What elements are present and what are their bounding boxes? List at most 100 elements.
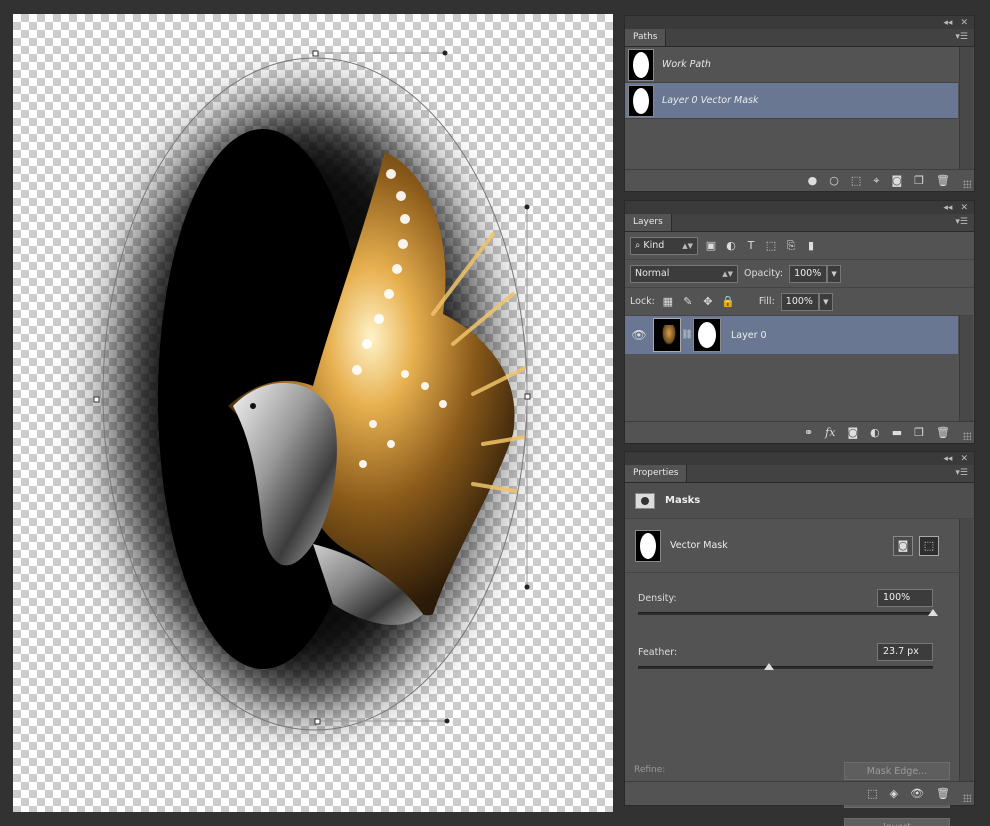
adjustment-icon[interactable]: ◐ [870, 426, 880, 439]
visibility-eye-icon[interactable]: 👁 [625, 328, 653, 342]
masks-icon [635, 492, 655, 509]
properties-footer: ⬚ ◈ 👁 🗑 [625, 781, 974, 805]
new-layer-icon[interactable]: ❐ [914, 426, 924, 439]
tab-paths[interactable]: Paths [625, 29, 667, 46]
filter-toggle-icon[interactable]: ▮ [804, 239, 818, 252]
invert-button[interactable]: Invert [844, 818, 950, 826]
delete-icon[interactable]: 🗑 [936, 174, 950, 187]
fill-dropdown-button[interactable]: ▼ [818, 292, 833, 311]
close-icon[interactable]: ✕ [960, 454, 968, 464]
group-folder-icon[interactable]: ▬ [892, 426, 902, 439]
load-selection-icon[interactable]: ⬚ [867, 787, 877, 800]
collapse-double-arrow-icon[interactable]: ◂◂ [943, 18, 952, 28]
canvas-artwork [93, 50, 531, 731]
anchor-point-top[interactable] [312, 50, 319, 57]
fill-label: Fill: [758, 296, 775, 307]
smart-object-filter-icon[interactable]: ⎘ [784, 239, 798, 253]
blend-mode-select[interactable]: Normal ▲▼ [630, 264, 738, 283]
mask-edge-button[interactable]: Mask Edge... [844, 762, 950, 780]
handle-end-right-bottom[interactable] [524, 584, 530, 590]
fx-icon[interactable]: fx [825, 426, 835, 439]
fill-path-icon[interactable]: ● [808, 174, 818, 187]
paths-scrollbar[interactable] [959, 47, 973, 189]
new-path-icon[interactable]: ❐ [914, 174, 924, 187]
link-icon[interactable]: ⚭ [804, 426, 813, 439]
vector-mask-label: Vector Mask [670, 540, 728, 551]
anchor-point-right[interactable] [524, 393, 531, 400]
apply-mask-icon[interactable]: ◈ [890, 787, 898, 800]
resize-grip[interactable] [963, 794, 971, 802]
vector-mask-select-button[interactable]: ⬚ [919, 535, 939, 556]
vector-mask-thumbnail [635, 529, 661, 562]
opacity-dropdown-button[interactable]: ▼ [827, 264, 842, 283]
layers-panel: ◂◂ ✕ Layers ▾☰ ⌕ Kind ▲▼ ▣ ◐ T ⬚ ⎘ ▮ Norm… [624, 200, 975, 444]
panel-menu-icon[interactable]: ▾☰ [955, 217, 974, 231]
layers-scrollbar[interactable] [959, 316, 973, 424]
path-item-work-path[interactable]: Work Path [625, 47, 958, 83]
anchor-point-bottom[interactable] [314, 718, 321, 725]
tab-layers[interactable]: Layers [625, 214, 672, 231]
resize-grip[interactable] [963, 180, 971, 188]
lock-all-icon[interactable]: 🔒 [721, 295, 735, 308]
properties-panel: ◂◂ ✕ Properties ▾☰ Masks Vector Mask ◙ ⬚… [624, 451, 975, 826]
density-slider-block: Density: 100% [625, 573, 961, 627]
density-field[interactable]: 100% [877, 589, 933, 607]
collapse-double-arrow-icon[interactable]: ◂◂ [943, 454, 952, 464]
path-thumbnail [628, 84, 654, 117]
panel-controls: ◂◂ ✕ [625, 452, 974, 465]
path-item-vector-mask[interactable]: Layer 0 Vector Mask [625, 83, 958, 119]
handle-end-right-top[interactable] [524, 204, 530, 210]
density-label: Density: [638, 593, 677, 604]
mask-link-icon[interactable]: ⛓ [681, 330, 693, 340]
fill-field[interactable]: 100% [780, 292, 819, 311]
delete-icon[interactable]: 🗑 [936, 426, 950, 439]
panel-controls: ◂◂ ✕ [625, 16, 974, 29]
load-selection-icon[interactable]: ⬚ [851, 174, 861, 187]
opacity-field[interactable]: 100% [789, 264, 828, 283]
lock-transparent-icon[interactable]: ▦ [661, 295, 675, 308]
shape-filter-icon[interactable]: ⬚ [764, 239, 778, 252]
panel-menu-icon[interactable]: ▾☰ [955, 32, 974, 46]
tab-properties[interactable]: Properties [625, 465, 688, 482]
pixel-filter-icon[interactable]: ▣ [704, 239, 718, 252]
masks-title: Masks [665, 495, 701, 506]
layer-row-layer-0[interactable]: 👁 ⛓ Layer 0 [625, 316, 958, 354]
close-icon[interactable]: ✕ [960, 18, 968, 28]
panel-menu-icon[interactable]: ▾☰ [955, 468, 974, 482]
close-icon[interactable]: ✕ [960, 203, 968, 213]
filter-kind-select[interactable]: ⌕ Kind ▲▼ [630, 236, 698, 255]
layer-filter-row: ⌕ Kind ▲▼ ▣ ◐ T ⬚ ⎘ ▮ [625, 232, 974, 260]
photoshop-workspace: ◂◂ ✕ Paths ▾☰ Work Path Layer 0 Vector M… [0, 0, 990, 826]
add-pixel-mask-button[interactable]: ◙ [893, 535, 913, 556]
refine-label: Refine: [634, 765, 666, 775]
handle-end-bottom[interactable] [444, 718, 450, 724]
layer-thumbnail [653, 318, 681, 352]
visibility-eye-icon[interactable]: 👁 [910, 787, 924, 800]
properties-scrollbar[interactable] [959, 519, 973, 781]
add-mask-icon[interactable]: ◙ [891, 174, 902, 187]
adjustment-filter-icon[interactable]: ◐ [724, 239, 738, 252]
filter-kind-value: Kind [643, 240, 665, 251]
anchor-point-left[interactable] [93, 396, 100, 403]
add-mask-icon[interactable]: ◙ [847, 426, 858, 439]
feather-label: Feather: [638, 647, 678, 658]
density-slider-track[interactable] [638, 612, 933, 615]
feather-field[interactable]: 23.7 px [877, 643, 933, 661]
feather-slider-track[interactable] [638, 666, 933, 669]
document-canvas[interactable] [13, 14, 613, 812]
path-thumbnail [628, 48, 654, 81]
resize-grip[interactable] [963, 432, 971, 440]
type-filter-icon[interactable]: T [744, 239, 758, 252]
lock-image-icon[interactable]: ✎ [681, 295, 695, 308]
stroke-path-icon[interactable]: ○ [829, 174, 839, 187]
collapse-double-arrow-icon[interactable]: ◂◂ [943, 203, 952, 213]
delete-icon[interactable]: 🗑 [936, 787, 950, 800]
make-work-path-icon[interactable]: ⌖ [873, 174, 879, 188]
vector-mask-thumbnail[interactable] [693, 318, 721, 352]
handle-end-top[interactable] [442, 50, 448, 56]
feather-slider-thumb[interactable] [764, 663, 775, 670]
density-slider-thumb[interactable] [928, 609, 938, 616]
lock-position-icon[interactable]: ✥ [701, 295, 715, 308]
paths-footer: ● ○ ⬚ ⌖ ◙ ❐ 🗑 [625, 169, 974, 191]
layers-footer: ⚭ fx ◙ ◐ ▬ ❐ 🗑 [625, 421, 974, 443]
